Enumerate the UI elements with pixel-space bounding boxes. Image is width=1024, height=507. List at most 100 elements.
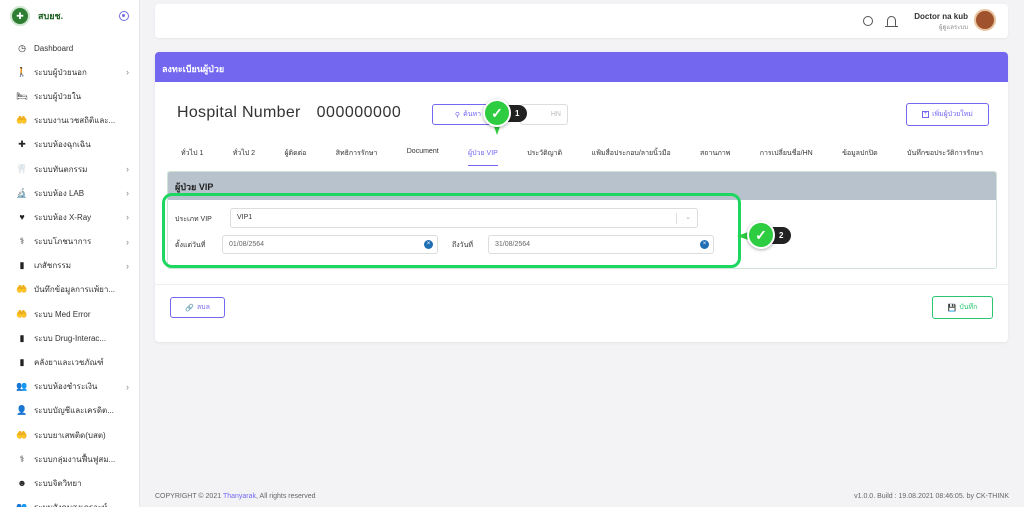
sidebar-item-label: ระบบทันตกรรม xyxy=(34,164,88,174)
sidebar-tooth-icon: 🦷 xyxy=(16,163,28,174)
plus-square-icon: + xyxy=(922,111,930,118)
sidebar-menu: ◷ Dashboard 🚶 ระบบผู้ป่วยนอก › 🛏 ระบบผู้ป่วยใน… xyxy=(0,32,139,507)
sidebar-nutrition-icon: ⚕ xyxy=(19,236,25,247)
chevron-right-icon[interactable]: › xyxy=(126,188,129,198)
sidebar-item-label: คลังยาและเวชภัณฑ์ xyxy=(34,358,104,368)
tab-item[interactable]: ข้อมูลปกปิด xyxy=(842,144,878,166)
sidebar-item-label: ระบบ Drug-Interac... xyxy=(34,333,107,343)
sidebar-brand[interactable]: ✚ สบยช. xyxy=(0,0,139,32)
tab-item[interactable]: ผู้ป่วย VIP xyxy=(468,144,498,166)
sidebar-clock-icon: ◷ xyxy=(18,42,26,53)
sidebar: ✚ สบยช. ◷ Dashboard 🚶 ระบบผู้ป่วยนอก › 🛏 ระบบผ… xyxy=(0,0,140,507)
sidebar-item[interactable]: ⚕ ระบบโภชนาการ › xyxy=(0,230,139,254)
hn-button-label: HN xyxy=(550,111,561,118)
chevron-right-icon[interactable]: › xyxy=(126,164,129,174)
sidebar-item[interactable]: 🤲 ระบบงานเวชสถิติและ... xyxy=(0,109,139,133)
sidebar-item[interactable]: 🤲 ระบบ Med Error xyxy=(0,302,139,326)
sidebar-item[interactable]: ☻ ระบบจิตวิทยา xyxy=(0,471,139,495)
search-icon: ⚲ xyxy=(454,111,461,119)
clear-button-label: ลบล xyxy=(196,304,210,311)
tab-item[interactable]: แฟ้มสื่อประกอบ/ลายนิ้วมือ xyxy=(591,144,670,166)
sidebar-heart-icon: ♥ xyxy=(19,212,25,223)
sidebar-item[interactable]: 👤 ระบบบัญชีและเครดิต... xyxy=(0,399,139,423)
sidebar-item-label: ระบบบัญชีและเครดิต... xyxy=(34,406,114,416)
tab-item[interactable]: การเปลี่ยนชื่อ/HN xyxy=(760,144,813,166)
sidebar-item[interactable]: 🔬 ระบบห้อง LAB › xyxy=(0,181,139,205)
tab-item[interactable]: สิทธิการรักษา xyxy=(336,144,378,166)
tab-item[interactable]: ทั่วไป 1 xyxy=(181,144,203,166)
sidebar-item[interactable]: 🚶 ระบบผู้ป่วยนอก › xyxy=(0,60,139,84)
sidebar-item[interactable]: 🤲 บันทึกข้อมูลการแพ้ยา... xyxy=(0,278,139,302)
tab-item[interactable]: สถานภาพ xyxy=(700,144,730,166)
copyright-brand-link[interactable]: Thanyarak xyxy=(223,493,256,500)
chevron-right-icon[interactable]: › xyxy=(126,261,129,271)
save-icon: 💾 xyxy=(947,304,957,312)
sidebar-item[interactable]: ▮ คลังยาและเวชภัณฑ์ xyxy=(0,350,139,374)
sidebar-walking-person-icon: 🚶 xyxy=(16,66,28,77)
sidebar-item[interactable]: ♥ ระบบห้อง X-Ray › xyxy=(0,205,139,229)
sidebar-toggle-icon[interactable] xyxy=(119,11,129,21)
sidebar-accountant-icon: 👤 xyxy=(16,405,28,416)
sidebar-medical-cross-icon: ✚ xyxy=(18,139,26,150)
user-info[interactable]: Doctor na kub ผู้ดูแลระบบ xyxy=(914,12,968,32)
highlight-box xyxy=(162,193,741,268)
sidebar-item-label: ระบบกลุ่มงานฟื้นฟูสม... xyxy=(34,454,116,464)
chat-icon[interactable] xyxy=(863,16,873,26)
save-button-label: บันทึก xyxy=(959,304,978,311)
copyright-suffix: , All rights reserved xyxy=(256,493,316,500)
sidebar-item[interactable]: ▮ ระบบ Drug-Interac... xyxy=(0,326,139,350)
hospital-logo-icon: ✚ xyxy=(10,6,30,26)
check-icon: ✓ xyxy=(483,99,511,127)
chevron-right-icon[interactable]: › xyxy=(126,382,129,392)
sidebar-item[interactable]: 🛏 ระบบผู้ป่วยใน xyxy=(0,84,139,108)
link-icon: 🔗 xyxy=(185,304,194,312)
sidebar-item[interactable]: 👥 ระบบสังคมสงเคราะห์ xyxy=(0,496,139,507)
sidebar-item-label: ระบบ Med Error xyxy=(34,309,91,319)
bell-icon[interactable] xyxy=(885,16,898,27)
sidebar-care-hands-icon: 🤲 xyxy=(16,115,28,126)
sidebar-pill-bottle-icon: ▮ xyxy=(19,357,25,368)
user-name: Doctor na kub xyxy=(914,12,968,21)
search-button-label: ค้นหา xyxy=(463,111,482,118)
sidebar-microscope-icon: 🔬 xyxy=(16,187,28,198)
sidebar-item[interactable]: ▮ เภสัชกรรม › xyxy=(0,254,139,278)
chevron-right-icon[interactable]: › xyxy=(126,212,129,222)
save-button[interactable]: 💾 บันทึก xyxy=(932,296,993,319)
sidebar-item[interactable]: 🦷 ระบบทันตกรรม › xyxy=(0,157,139,181)
hn-value: 000000000 xyxy=(316,104,402,121)
sidebar-item-label: ระบบห้องชำระเงิน xyxy=(34,382,98,392)
chevron-right-icon[interactable]: › xyxy=(126,237,129,247)
sidebar-care-hands-icon: 🤲 xyxy=(16,308,28,319)
topbar: Doctor na kub ผู้ดูแลระบบ xyxy=(155,4,1008,38)
tab-item[interactable]: บันทึกขอประวัติการรักษา xyxy=(907,144,983,166)
sidebar-bed-icon: 🛏 xyxy=(16,90,28,101)
avatar[interactable] xyxy=(974,9,996,31)
sidebar-item-label: ระบบผู้ป่วยนอก xyxy=(34,67,87,77)
tab-item[interactable]: ผู้ติดต่อ xyxy=(284,144,306,166)
sidebar-item[interactable]: ⚕ ระบบกลุ่มงานฟื้นฟูสม... xyxy=(0,447,139,471)
tab-item[interactable]: Document xyxy=(407,144,439,166)
hn-label: Hospital Number xyxy=(177,104,301,121)
sidebar-item-label: Dashboard xyxy=(34,43,74,53)
add-patient-button[interactable]: + เพิ่มผู้ป่วยใหม่ xyxy=(906,103,989,126)
tab-item[interactable]: ประวัติญาติ xyxy=(527,144,562,166)
sidebar-item[interactable]: 👥 ระบบห้องชำระเงิน › xyxy=(0,375,139,399)
sidebar-item[interactable]: ✚ ระบบห้องฉุกเฉิน xyxy=(0,133,139,157)
sidebar-people-icon: 👥 xyxy=(16,381,28,392)
sidebar-care-hands-icon: 🤲 xyxy=(16,284,28,295)
sidebar-item[interactable]: ◷ Dashboard xyxy=(0,36,139,60)
copyright-prefix: COPYRIGHT © 2021 xyxy=(155,493,223,500)
step-badge-1: ✓ 1 xyxy=(483,99,528,127)
sidebar-item-label: ระบบจิตวิทยา xyxy=(34,478,82,488)
sidebar-item-label: ระบบห้อง X-Ray xyxy=(34,212,92,222)
sidebar-people-icon: 👥 xyxy=(16,502,28,507)
version-info: v1.0.0. Build : 19.08.2021 08:46:05. by … xyxy=(854,493,1009,500)
divider xyxy=(155,284,1008,285)
check-icon: ✓ xyxy=(747,221,775,249)
sidebar-item[interactable]: 🤲 ระบบยาเสพติด(บสต) xyxy=(0,423,139,447)
tab-item[interactable]: ทั่วไป 2 xyxy=(233,144,255,166)
clear-button[interactable]: 🔗 ลบล xyxy=(170,297,225,318)
sidebar-item-label: ระบบห้อง LAB xyxy=(34,188,85,198)
add-patient-label: เพิ่มผู้ป่วยใหม่ xyxy=(932,111,973,118)
chevron-right-icon[interactable]: › xyxy=(126,67,129,77)
